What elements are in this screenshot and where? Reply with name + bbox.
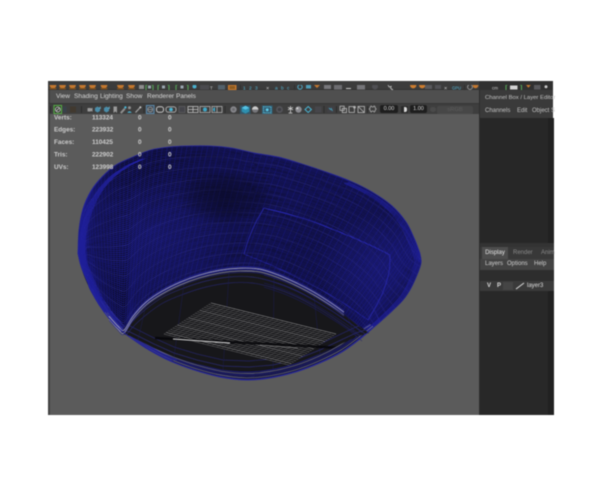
svg-text:4: 4	[99, 106, 101, 110]
svg-text:Tris:: Tris:	[54, 152, 68, 159]
svg-text:0: 0	[138, 164, 142, 171]
svg-text:0: 0	[168, 114, 172, 121]
svg-text:0: 0	[168, 152, 172, 159]
svg-text:Faces:: Faces:	[54, 139, 74, 146]
svg-text:0: 0	[138, 114, 142, 121]
svg-text:4: 4	[108, 106, 110, 110]
svg-text:0: 0	[168, 127, 172, 134]
svg-text:113324: 113324	[92, 114, 113, 121]
svg-text:123998: 123998	[92, 164, 114, 171]
svg-text:0: 0	[168, 164, 172, 171]
svg-text:223932: 223932	[92, 127, 114, 134]
svg-text:0: 0	[138, 152, 142, 159]
svg-text:Verts:: Verts:	[54, 114, 72, 121]
svg-text:222902: 222902	[92, 152, 114, 159]
svg-text:Edges:: Edges:	[54, 127, 75, 134]
svg-text:0: 0	[168, 139, 172, 146]
svg-text:110425: 110425	[92, 139, 113, 146]
svg-text:0: 0	[138, 127, 142, 134]
svg-text:UVs:: UVs:	[54, 164, 69, 171]
svg-text:0: 0	[138, 139, 142, 146]
